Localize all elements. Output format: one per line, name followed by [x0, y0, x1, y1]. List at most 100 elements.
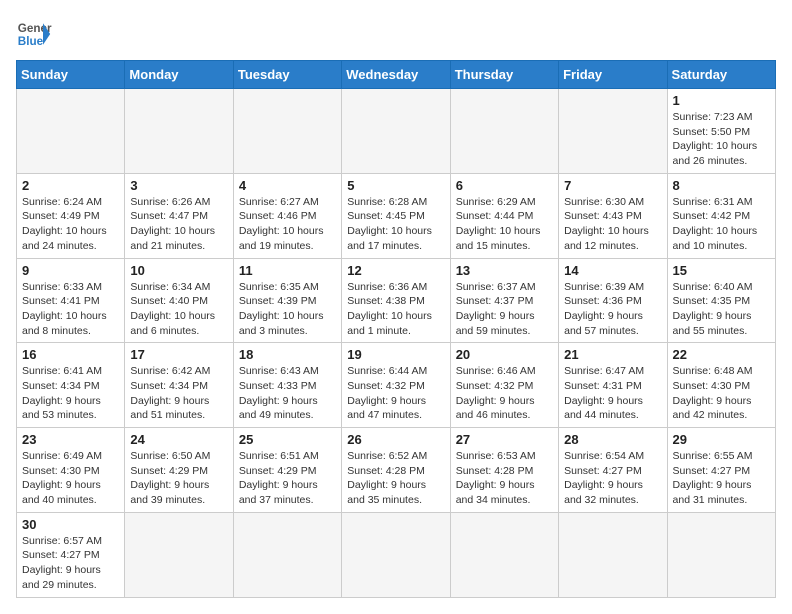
day-info: Sunrise: 6:49 AM Sunset: 4:30 PM Dayligh… — [22, 449, 119, 508]
calendar-cell: 29 Sunrise: 6:55 AM Sunset: 4:27 PM Dayli… — [667, 428, 775, 513]
calendar-cell: 14 Sunrise: 6:39 AM Sunset: 4:36 PM Dayli… — [559, 258, 667, 343]
day-number: 24 — [130, 432, 227, 447]
day-number: 2 — [22, 178, 119, 193]
day-info: Sunrise: 6:24 AM Sunset: 4:49 PM Dayligh… — [22, 195, 119, 254]
weekday-header-saturday: Saturday — [667, 61, 775, 89]
calendar-cell — [342, 512, 450, 597]
day-info: Sunrise: 7:23 AM Sunset: 5:50 PM Dayligh… — [673, 110, 770, 169]
day-info: Sunrise: 6:50 AM Sunset: 4:29 PM Dayligh… — [130, 449, 227, 508]
day-number: 7 — [564, 178, 661, 193]
calendar-cell: 3 Sunrise: 6:26 AM Sunset: 4:47 PM Daylig… — [125, 173, 233, 258]
day-number: 27 — [456, 432, 553, 447]
calendar-row-5: 30 Sunrise: 6:57 AM Sunset: 4:27 PM Dayli… — [17, 512, 776, 597]
day-info: Sunrise: 6:55 AM Sunset: 4:27 PM Dayligh… — [673, 449, 770, 508]
day-info: Sunrise: 6:54 AM Sunset: 4:27 PM Dayligh… — [564, 449, 661, 508]
svg-text:Blue: Blue — [18, 35, 44, 48]
day-number: 20 — [456, 347, 553, 362]
calendar-row-0: 1 Sunrise: 7:23 AM Sunset: 5:50 PM Daylig… — [17, 89, 776, 174]
day-number: 18 — [239, 347, 336, 362]
day-number: 10 — [130, 263, 227, 278]
day-number: 11 — [239, 263, 336, 278]
calendar-cell — [125, 512, 233, 597]
calendar-cell — [342, 89, 450, 174]
calendar-cell: 7 Sunrise: 6:30 AM Sunset: 4:43 PM Daylig… — [559, 173, 667, 258]
day-info: Sunrise: 6:36 AM Sunset: 4:38 PM Dayligh… — [347, 280, 444, 339]
day-info: Sunrise: 6:39 AM Sunset: 4:36 PM Dayligh… — [564, 280, 661, 339]
day-number: 8 — [673, 178, 770, 193]
calendar-cell — [233, 512, 341, 597]
day-number: 6 — [456, 178, 553, 193]
day-info: Sunrise: 6:51 AM Sunset: 4:29 PM Dayligh… — [239, 449, 336, 508]
day-number: 26 — [347, 432, 444, 447]
weekday-header-wednesday: Wednesday — [342, 61, 450, 89]
calendar-cell: 19Sunrise: 6:44 AM Sunset: 4:32 PM Dayli… — [342, 343, 450, 428]
calendar-cell — [559, 512, 667, 597]
day-number: 9 — [22, 263, 119, 278]
calendar-table: SundayMondayTuesdayWednesdayThursdayFrid… — [16, 60, 776, 598]
weekday-header-thursday: Thursday — [450, 61, 558, 89]
calendar-cell: 2 Sunrise: 6:24 AM Sunset: 4:49 PM Daylig… — [17, 173, 125, 258]
day-info: Sunrise: 6:53 AM Sunset: 4:28 PM Dayligh… — [456, 449, 553, 508]
logo: General Blue — [16, 16, 52, 52]
calendar-cell — [450, 512, 558, 597]
day-number: 25 — [239, 432, 336, 447]
calendar-cell: 6 Sunrise: 6:29 AM Sunset: 4:44 PM Daylig… — [450, 173, 558, 258]
calendar-cell — [125, 89, 233, 174]
day-info: Sunrise: 6:28 AM Sunset: 4:45 PM Dayligh… — [347, 195, 444, 254]
calendar-row-2: 9Sunrise: 6:33 AM Sunset: 4:41 PM Daylig… — [17, 258, 776, 343]
calendar-cell: 10 Sunrise: 6:34 AM Sunset: 4:40 PM Dayli… — [125, 258, 233, 343]
day-info: Sunrise: 6:57 AM Sunset: 4:27 PM Dayligh… — [22, 534, 119, 593]
day-number: 1 — [673, 93, 770, 108]
weekday-header-tuesday: Tuesday — [233, 61, 341, 89]
day-number: 4 — [239, 178, 336, 193]
day-info: Sunrise: 6:42 AM Sunset: 4:34 PM Dayligh… — [130, 364, 227, 423]
day-info: Sunrise: 6:34 AM Sunset: 4:40 PM Dayligh… — [130, 280, 227, 339]
day-number: 30 — [22, 517, 119, 532]
day-number: 29 — [673, 432, 770, 447]
day-info: Sunrise: 6:26 AM Sunset: 4:47 PM Dayligh… — [130, 195, 227, 254]
weekday-header-monday: Monday — [125, 61, 233, 89]
calendar-cell: 20Sunrise: 6:46 AM Sunset: 4:32 PM Dayli… — [450, 343, 558, 428]
day-number: 5 — [347, 178, 444, 193]
day-number: 21 — [564, 347, 661, 362]
day-info: Sunrise: 6:30 AM Sunset: 4:43 PM Dayligh… — [564, 195, 661, 254]
page-header: General Blue — [16, 16, 776, 52]
calendar-cell: 13Sunrise: 6:37 AM Sunset: 4:37 PM Dayli… — [450, 258, 558, 343]
calendar-cell: 16 Sunrise: 6:41 AM Sunset: 4:34 PM Dayli… — [17, 343, 125, 428]
calendar-cell: 4 Sunrise: 6:27 AM Sunset: 4:46 PM Daylig… — [233, 173, 341, 258]
day-number: 22 — [673, 347, 770, 362]
day-number: 19 — [347, 347, 444, 362]
calendar-cell: 8Sunrise: 6:31 AM Sunset: 4:42 PM Daylig… — [667, 173, 775, 258]
calendar-cell — [559, 89, 667, 174]
day-info: Sunrise: 6:52 AM Sunset: 4:28 PM Dayligh… — [347, 449, 444, 508]
calendar-cell: 17 Sunrise: 6:42 AM Sunset: 4:34 PM Dayli… — [125, 343, 233, 428]
day-info: Sunrise: 6:35 AM Sunset: 4:39 PM Dayligh… — [239, 280, 336, 339]
day-info: Sunrise: 6:47 AM Sunset: 4:31 PM Dayligh… — [564, 364, 661, 423]
day-number: 3 — [130, 178, 227, 193]
calendar-cell — [667, 512, 775, 597]
calendar-cell — [233, 89, 341, 174]
day-info: Sunrise: 6:27 AM Sunset: 4:46 PM Dayligh… — [239, 195, 336, 254]
day-number: 28 — [564, 432, 661, 447]
calendar-cell: 1 Sunrise: 7:23 AM Sunset: 5:50 PM Daylig… — [667, 89, 775, 174]
calendar-cell: 22 Sunrise: 6:48 AM Sunset: 4:30 PM Dayli… — [667, 343, 775, 428]
calendar-cell: 5 Sunrise: 6:28 AM Sunset: 4:45 PM Daylig… — [342, 173, 450, 258]
weekday-header-friday: Friday — [559, 61, 667, 89]
weekday-header-row: SundayMondayTuesdayWednesdayThursdayFrid… — [17, 61, 776, 89]
calendar-row-3: 16 Sunrise: 6:41 AM Sunset: 4:34 PM Dayli… — [17, 343, 776, 428]
day-number: 14 — [564, 263, 661, 278]
calendar-cell: 15Sunrise: 6:40 AM Sunset: 4:35 PM Dayli… — [667, 258, 775, 343]
calendar-cell: 26 Sunrise: 6:52 AM Sunset: 4:28 PM Dayli… — [342, 428, 450, 513]
day-info: Sunrise: 6:43 AM Sunset: 4:33 PM Dayligh… — [239, 364, 336, 423]
calendar-cell: 9Sunrise: 6:33 AM Sunset: 4:41 PM Daylig… — [17, 258, 125, 343]
calendar-cell — [450, 89, 558, 174]
day-number: 12 — [347, 263, 444, 278]
day-info: Sunrise: 6:29 AM Sunset: 4:44 PM Dayligh… — [456, 195, 553, 254]
calendar-cell: 18 Sunrise: 6:43 AM Sunset: 4:33 PM Dayli… — [233, 343, 341, 428]
logo-icon: General Blue — [16, 16, 52, 52]
day-number: 16 — [22, 347, 119, 362]
day-number: 17 — [130, 347, 227, 362]
day-info: Sunrise: 6:41 AM Sunset: 4:34 PM Dayligh… — [22, 364, 119, 423]
day-info: Sunrise: 6:48 AM Sunset: 4:30 PM Dayligh… — [673, 364, 770, 423]
day-number: 15 — [673, 263, 770, 278]
